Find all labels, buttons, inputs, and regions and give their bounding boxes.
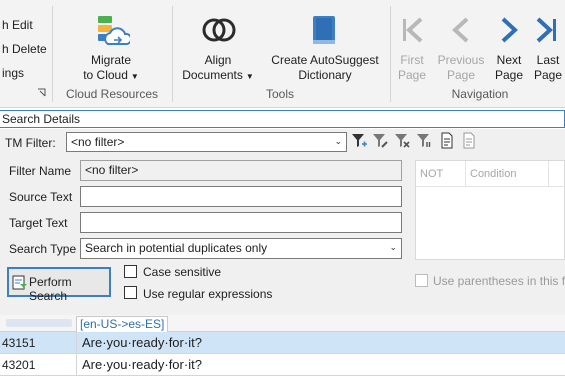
- last-page-icon: [536, 17, 556, 43]
- settings-item[interactable]: ings: [2, 66, 24, 80]
- regex-checkbox[interactable]: [124, 286, 137, 299]
- last-line1: Last: [536, 53, 560, 67]
- align-documents-button[interactable]: Align Documents ▼: [180, 53, 256, 84]
- parentheses-checkbox[interactable]: [415, 274, 428, 287]
- results-tab-bar: [en-US->es-ES]: [0, 315, 565, 332]
- delete-item[interactable]: h Delete: [2, 42, 47, 56]
- migrate-line1: Migrate: [90, 53, 131, 67]
- migrate-line2: to Cloud: [83, 68, 128, 82]
- source-text-input[interactable]: [80, 186, 402, 207]
- first-page-button[interactable]: First Page: [392, 53, 432, 83]
- next-page-button[interactable]: Next Page: [492, 53, 526, 83]
- filter-name-field: <no filter>: [80, 160, 402, 181]
- navigation-group-label: Navigation: [451, 87, 509, 101]
- hidden-tab[interactable]: [6, 319, 72, 327]
- table-row[interactable]: 43151 Are·you·ready·for·it?: [0, 332, 565, 354]
- previous-line2: Page: [446, 68, 476, 82]
- previous-line1: Previous: [437, 53, 485, 67]
- next-line2: Page: [494, 68, 524, 82]
- first-line1: First: [400, 53, 424, 67]
- perform-search-icon: [12, 275, 27, 290]
- align-line2: Documents: [182, 68, 243, 82]
- edit-filter-icon[interactable]: [372, 132, 388, 150]
- group-separator: [390, 6, 391, 102]
- row-text: Are·you·ready·for·it?: [82, 335, 202, 350]
- search-type-select[interactable]: Search in potential duplicates only ⌄: [80, 238, 402, 259]
- tm-filter-value: <no filter>: [71, 135, 125, 149]
- migrate-cloud-icon: [98, 16, 130, 45]
- column-divider: [76, 354, 77, 376]
- row-id: 43151: [2, 336, 36, 350]
- row-id: 43201: [2, 358, 36, 372]
- target-text-input[interactable]: [80, 212, 402, 233]
- previous-page-button[interactable]: Previous Page: [436, 53, 486, 83]
- filter-options-icon[interactable]: [416, 132, 432, 150]
- ribbon: h Edit h Delete ings Migrate to Cloud ▼ C…: [0, 0, 565, 108]
- previous-page-icon: [452, 17, 469, 43]
- autosuggest-line2: Dictionary: [298, 68, 352, 82]
- perform-search-label: Perform Search: [29, 275, 72, 303]
- last-page-button[interactable]: Last Page: [532, 53, 564, 83]
- language-pair-tab[interactable]: [en-US->es-ES]: [76, 316, 169, 332]
- add-filter-icon[interactable]: [351, 132, 367, 150]
- group-separator: [52, 6, 53, 102]
- chevron-down-icon: ▼: [130, 72, 139, 81]
- condition-grid[interactable]: NOT Condition: [415, 160, 565, 260]
- first-page-icon: [403, 17, 423, 43]
- tools-group-label: Tools: [265, 87, 294, 101]
- cloud-resources-group-label: Cloud Resources: [65, 87, 159, 101]
- create-autosuggest-button[interactable]: Create AutoSuggest Dictionary: [268, 53, 382, 83]
- condition-column-header: Condition: [470, 168, 517, 180]
- parentheses-label: Use parentheses in this fil: [433, 274, 565, 288]
- column-divider: [548, 161, 549, 187]
- last-line2: Page: [533, 68, 563, 82]
- table-row[interactable]: 43201 Are·you·ready·for·it?: [0, 354, 565, 376]
- search-type-label: Search Type: [9, 242, 77, 256]
- next-line1: Next: [496, 53, 522, 67]
- search-details-header: Search Details: [0, 110, 565, 128]
- perform-search-button[interactable]: Perform Search: [7, 267, 111, 303]
- filter-name-value: <no filter>: [85, 163, 139, 177]
- filter-name-label: Filter Name: [9, 164, 72, 178]
- migrate-to-cloud-button[interactable]: Migrate to Cloud ▼: [78, 53, 144, 84]
- import-filter-icon[interactable]: [439, 132, 455, 150]
- row-text: Are·you·ready·for·it?: [82, 357, 202, 372]
- autosuggest-line1: Create AutoSuggest: [271, 53, 379, 67]
- column-divider: [465, 161, 466, 187]
- align-line1: Align: [204, 53, 232, 67]
- chevron-down-icon: ⌄: [389, 242, 397, 252]
- export-filter-icon[interactable]: [461, 132, 477, 150]
- column-divider: [76, 332, 77, 354]
- next-page-icon: [501, 17, 518, 43]
- delete-filter-icon[interactable]: [394, 132, 410, 150]
- condition-grid-header: NOT Condition: [416, 161, 565, 187]
- tm-filter-combo[interactable]: <no filter> ⌄: [66, 132, 347, 152]
- align-documents-icon: [202, 18, 236, 42]
- group-separator: [172, 6, 173, 102]
- not-column-header: NOT: [420, 168, 444, 180]
- tm-filter-label: TM Filter:: [5, 136, 56, 150]
- case-sensitive-checkbox[interactable]: [124, 265, 137, 278]
- target-text-label: Target Text: [9, 216, 68, 230]
- source-text-label: Source Text: [9, 190, 73, 204]
- chevron-down-icon: ▼: [245, 72, 254, 81]
- edit-item[interactable]: h Edit: [2, 18, 33, 32]
- dictionary-book-icon: [313, 16, 335, 44]
- first-line2: Page: [397, 68, 427, 82]
- regex-label: Use regular expressions: [143, 287, 273, 301]
- dialog-launcher-icon[interactable]: [37, 88, 46, 97]
- case-sensitive-label: Case sensitive: [143, 265, 222, 279]
- chevron-down-icon: ⌄: [334, 136, 342, 146]
- search-type-value: Search in potential duplicates only: [85, 241, 268, 255]
- search-details-title: Search Details: [2, 112, 81, 126]
